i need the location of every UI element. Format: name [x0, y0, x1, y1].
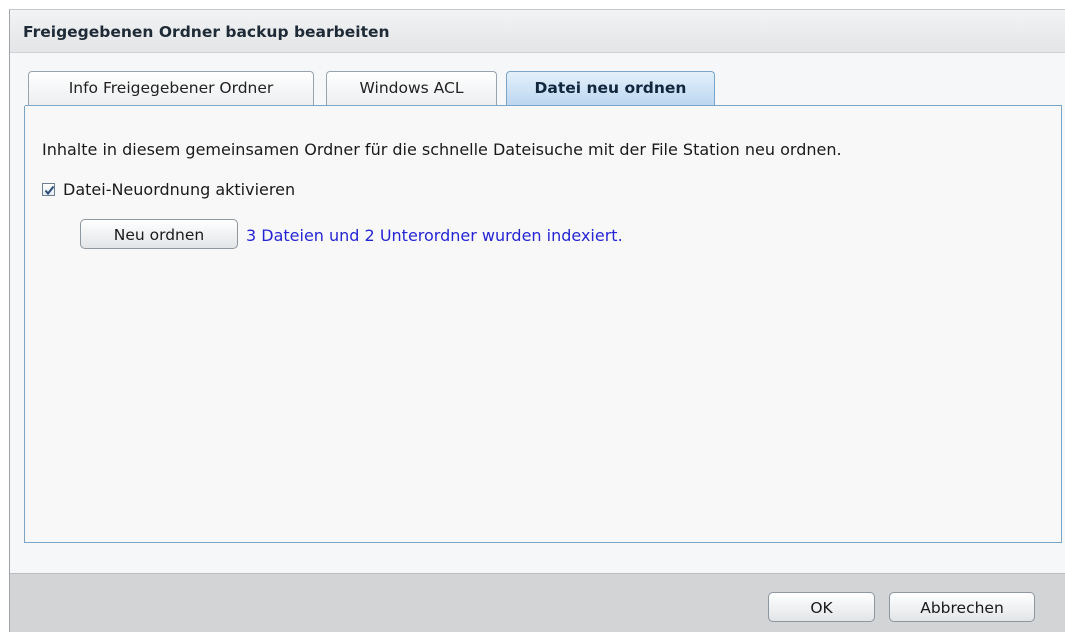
title-bar[interactable]: Freigegebenen Ordner backup bearbeiten — [10, 10, 1065, 53]
tab-reindex-files[interactable]: Datei neu ordnen — [506, 71, 715, 105]
enable-reindex-label: Datei-Neuordnung aktivieren — [63, 179, 296, 199]
content-area: Info Freigegebener Ordner Windows ACL Da… — [10, 53, 1065, 573]
dialog-window: Freigegebenen Ordner backup bearbeiten I… — [9, 9, 1065, 632]
cancel-button[interactable]: Abbrechen — [889, 592, 1035, 622]
reindex-button[interactable]: Neu ordnen — [80, 219, 238, 249]
tab-info-shared-folder[interactable]: Info Freigegebener Ordner — [28, 71, 314, 105]
checkmark-icon — [44, 185, 55, 195]
dialog-title: Freigegebenen Ordner backup bearbeiten — [23, 23, 390, 41]
index-status-text: 3 Dateien und 2 Unterordner wurden index… — [246, 226, 623, 245]
tab-windows-acl[interactable]: Windows ACL — [326, 71, 497, 105]
dialog-footer: OK Abbrechen — [10, 573, 1065, 632]
tab-panel: Inhalte in diesem gemeinsamen Ordner für… — [24, 106, 1062, 543]
ok-button[interactable]: OK — [768, 592, 875, 622]
panel-description: Inhalte in diesem gemeinsamen Ordner für… — [42, 140, 842, 159]
enable-reindex-checkbox-row[interactable]: Datei-Neuordnung aktivieren — [42, 179, 295, 199]
enable-reindex-checkbox[interactable] — [42, 182, 55, 196]
